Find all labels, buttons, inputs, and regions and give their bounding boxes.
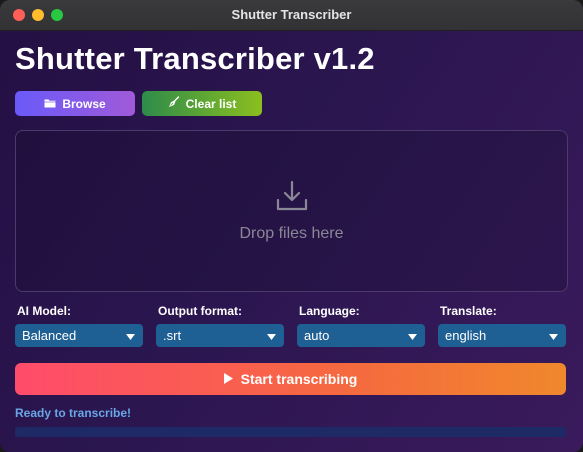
language-value: auto xyxy=(304,328,330,343)
translate-select[interactable]: english xyxy=(438,324,566,347)
ai-model-value: Balanced xyxy=(22,328,77,343)
main-content: Shutter Transcriber v1.2 Browse Clear li… xyxy=(0,31,583,452)
start-button-label: Start transcribing xyxy=(240,371,358,387)
translate-label: Translate: xyxy=(440,304,497,318)
browse-button-label: Browse xyxy=(62,96,106,111)
chevron-down-icon xyxy=(549,328,558,343)
browse-button[interactable]: Browse xyxy=(15,91,135,116)
ai-model-label: AI Model: xyxy=(17,304,71,318)
status-text: Ready to transcribe! xyxy=(15,406,132,420)
title-bar: Shutter Transcriber xyxy=(0,0,583,31)
app-heading: Shutter Transcriber v1.2 xyxy=(15,41,375,76)
chevron-down-icon xyxy=(408,328,417,343)
broom-icon xyxy=(168,96,180,111)
language-select[interactable]: auto xyxy=(297,324,425,347)
clear-list-button[interactable]: Clear list xyxy=(142,91,262,116)
ai-model-select[interactable]: Balanced xyxy=(15,324,143,347)
app-window: Shutter Transcriber Shutter Transcriber … xyxy=(0,0,583,452)
download-icon xyxy=(275,180,309,217)
translate-value: english xyxy=(445,328,487,343)
clear-list-button-label: Clear list xyxy=(185,96,237,111)
folder-icon xyxy=(44,97,56,111)
window-title: Shutter Transcriber xyxy=(231,7,352,22)
progress-bar xyxy=(15,427,566,437)
output-format-label: Output format: xyxy=(158,304,242,318)
language-label: Language: xyxy=(299,304,360,318)
start-transcribing-button[interactable]: Start transcribing xyxy=(15,363,566,395)
drop-zone-text: Drop files here xyxy=(239,224,344,242)
chevron-down-icon xyxy=(267,328,276,343)
play-icon xyxy=(223,371,233,387)
output-format-value: .srt xyxy=(163,328,182,343)
chevron-down-icon xyxy=(126,328,135,343)
file-drop-zone[interactable]: Drop files here xyxy=(15,130,568,292)
output-format-select[interactable]: .srt xyxy=(156,324,284,347)
